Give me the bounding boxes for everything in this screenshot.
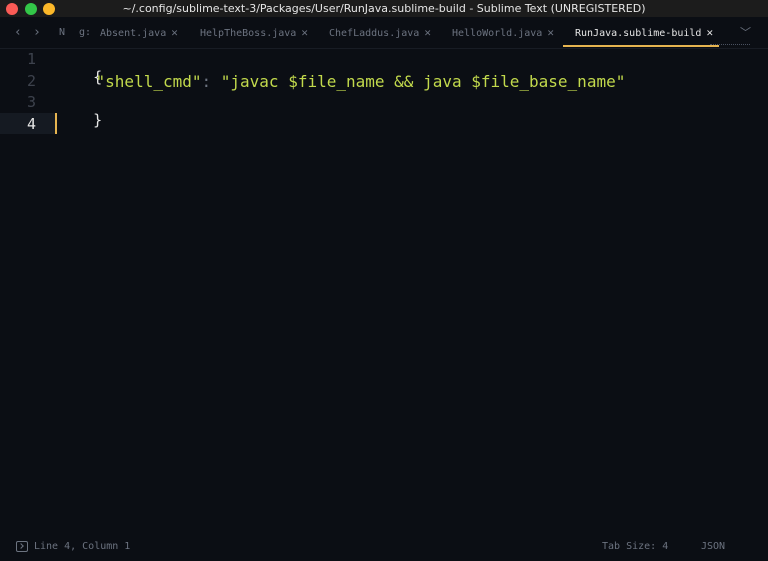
tab-label: HelpTheBoss.java <box>200 28 297 39</box>
line-number: 3 <box>26 93 36 111</box>
close-icon[interactable]: ✕ <box>547 26 554 39</box>
tab-label: HelloWorld.java <box>452 28 543 39</box>
line-number: 1 <box>26 50 36 68</box>
chevron-left-icon[interactable]: ‹ <box>14 17 22 48</box>
status-bar: Line 4, Column 1 Tab Size: 4 JSON <box>0 536 768 561</box>
minimize-window-button[interactable] <box>43 3 55 15</box>
close-icon[interactable]: ✕ <box>301 26 308 39</box>
tab-label: ChefLaddus.java <box>329 28 420 39</box>
json-value: "javac $file_name && java $file_base_nam… <box>220 72 626 91</box>
tab-label: Absent.java <box>100 28 167 39</box>
title-bar: ~/.config/sublime-text-3/Packages/User/R… <box>0 0 768 17</box>
close-window-button[interactable] <box>6 3 18 15</box>
code-line-2: "shell_cmd": "javac $file_name && java $… <box>57 72 626 91</box>
line-number-current: 4 <box>26 115 36 133</box>
line-number: 2 <box>26 72 36 90</box>
tab-chefladdus-java[interactable]: ChefLaddus.java ✕ <box>329 17 431 48</box>
active-tab-indicator <box>563 45 719 47</box>
tab-helloworld-java[interactable]: HelloWorld.java ✕ <box>452 17 554 48</box>
close-brace: } <box>93 111 103 129</box>
tab-size-indicator[interactable]: Tab Size: 4 <box>602 536 668 561</box>
text-cursor <box>55 113 57 134</box>
tab-bar: ‹ › N g: Absent.java ✕ HelpTheBoss.java ✕ … <box>0 17 768 49</box>
chevron-down-icon[interactable]: ﹀ <box>740 17 751 48</box>
cursor-position[interactable]: Line 4, Column 1 <box>34 536 130 561</box>
tab-label: RunJava.sublime-build <box>575 28 702 39</box>
tab-n[interactable]: N <box>59 17 65 48</box>
syntax-indicator[interactable]: JSON <box>701 536 725 561</box>
tab-runjava-sublime-build[interactable]: RunJava.sublime-build ✕ <box>575 17 713 48</box>
console-icon[interactable] <box>16 541 28 552</box>
close-icon[interactable]: ✕ <box>706 26 713 39</box>
tab-label: g: <box>79 27 92 38</box>
window-title: ~/.config/sublime-text-3/Packages/User/R… <box>122 2 646 15</box>
maximize-window-button[interactable] <box>25 3 37 15</box>
code-line-3: } <box>57 93 102 147</box>
json-colon: : <box>201 72 221 91</box>
tab-absent-java[interactable]: Absent.java ✕ <box>100 17 178 48</box>
tab-label: N <box>59 27 66 38</box>
chevron-right-icon[interactable]: › <box>33 17 41 48</box>
tab-helptheboss-java[interactable]: HelpTheBoss.java ✕ <box>200 17 308 48</box>
close-icon[interactable]: ✕ <box>424 26 431 39</box>
close-icon[interactable]: ✕ <box>171 26 178 39</box>
tab-g[interactable]: g: <box>79 17 91 48</box>
json-key: "shell_cmd" <box>95 72 202 91</box>
